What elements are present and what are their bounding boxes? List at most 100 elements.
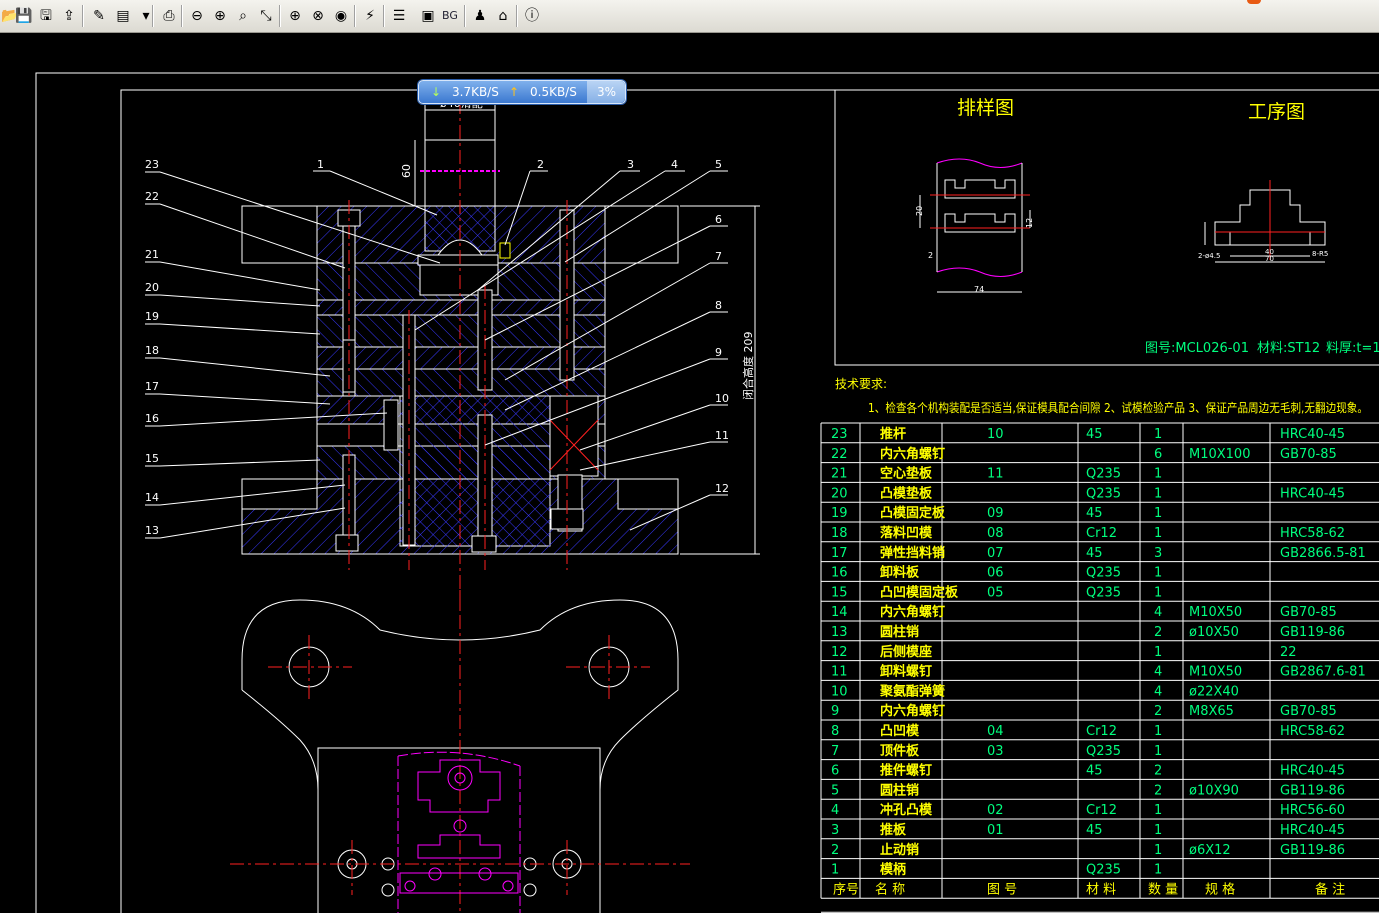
screen-icon[interactable]: ▣: [418, 6, 438, 26]
bom-header-cell: 名 称: [875, 881, 905, 897]
bom-cell-mat: Q235: [1086, 863, 1121, 878]
bom-cell-spec: M10X50: [1189, 665, 1242, 680]
outer-frame: [35, 72, 1379, 913]
bom-cell-no: 1: [831, 863, 839, 878]
bom-cell-name: 推板: [880, 822, 907, 838]
strip-dim-height: 12: [1025, 218, 1034, 228]
bom-cell-name: 顶件板: [880, 743, 920, 759]
bom-cell-no: 15: [831, 585, 848, 600]
bom-cell-mat: 45: [1086, 506, 1103, 521]
bom-cell-note: GB70-85: [1280, 704, 1337, 719]
layers-icon[interactable]: ▤: [113, 6, 133, 26]
bom-cell-dwg: 02: [987, 803, 1004, 818]
callout-20: 20: [145, 281, 159, 294]
notification-indicator: [1247, 0, 1261, 4]
bom-cell-qty: 1: [1154, 823, 1162, 838]
plan-centerlines: [230, 590, 690, 913]
bom-cell-name: 推杆: [880, 426, 906, 442]
export-icon[interactable]: ⇪: [59, 6, 79, 26]
strip-dim-width: 74: [974, 285, 984, 294]
network-speed-widget[interactable]: ↓ 3.7KB/S ↑ 0.5KB/S 3%: [418, 80, 626, 104]
bom-cell-name: 推件螺钉: [880, 763, 932, 779]
toolbar-separator: [383, 5, 385, 27]
callout-8: 8: [715, 299, 722, 312]
zoom-out-icon[interactable]: ⊖: [187, 6, 207, 26]
callout-3: 3: [627, 158, 634, 171]
zoom-in-icon[interactable]: ⊕: [210, 6, 230, 26]
process-dim-radius: 8-R5: [1312, 250, 1328, 258]
strip-dim-pitch: 20: [915, 206, 924, 216]
bom-cell-no: 23: [831, 427, 848, 442]
callout-14: 14: [145, 491, 159, 504]
bom-cell-note: HRC58-62: [1280, 526, 1345, 541]
info-icon[interactable]: ⓘ: [522, 6, 542, 26]
bom-cell-note: GB70-85: [1280, 447, 1337, 462]
bom-cell-dwg: 07: [987, 546, 1004, 561]
svg-text:料厚:t=1: 料厚:t=1: [1326, 341, 1379, 356]
bom-cell-dwg: 11: [987, 467, 1004, 482]
layer-list-icon[interactable]: ☰: [389, 6, 409, 26]
bg-icon[interactable]: BG: [440, 6, 460, 26]
strip-layout-title: 排样图: [957, 97, 1014, 119]
bom-cell-no: 3: [831, 823, 839, 838]
measure-icon[interactable]: ⚡: [360, 6, 380, 26]
bom-cell-qty: 1: [1154, 566, 1162, 581]
bom-cell-name: 止动销: [880, 842, 919, 858]
bom-cell-qty: 1: [1154, 506, 1162, 521]
bom-cell-qty: 1: [1154, 486, 1162, 501]
bom-cell-name: 圆柱销: [880, 624, 919, 640]
bom-cell-mat: 45: [1086, 764, 1103, 779]
bom-cell-qty: 2: [1154, 704, 1162, 719]
thickness: t=1: [1356, 341, 1379, 356]
bom-cell-qty: 1: [1154, 467, 1162, 482]
bom-cell-name: 凸模固定板: [880, 505, 946, 521]
bom-cell-name: 圆柱销: [880, 782, 919, 798]
home-icon[interactable]: ⌂: [493, 6, 513, 26]
callout-5: 5: [715, 158, 722, 171]
bom-cell-mat: Cr12: [1086, 803, 1117, 818]
bom-cell-note: GB2867.6-81: [1280, 665, 1366, 680]
dim-shank-length: 60: [400, 164, 413, 178]
bom-cell-dwg: 10: [987, 427, 1004, 442]
cad-canvas[interactable]: ø40滑配 60 闭合高度 209 2322212019181716151413…: [0, 33, 1379, 913]
bom-cell-qty: 1: [1154, 526, 1162, 541]
bom-cell-note: HRC40-45: [1280, 486, 1345, 501]
bom-cell-qty: 2: [1154, 625, 1162, 640]
print-icon[interactable]: ⎙: [159, 6, 179, 26]
bom-cell-note: 22: [1280, 645, 1297, 660]
zoom-pan-icon[interactable]: ⤡: [256, 6, 276, 26]
zoom-realtime-icon[interactable]: ⊗: [308, 6, 328, 26]
callout-9: 9: [715, 346, 722, 359]
bom-cell-qty: 1: [1154, 585, 1162, 600]
bom-cell-spec: ø10X90: [1189, 783, 1239, 798]
save-icon[interactable]: 💾: [14, 6, 34, 26]
main-toolbar: 📂 💾 🖫 ⇪ ✎ ▤ ▾ ⎙ ⊖ ⊕ ⌕ ⤡ ⊕ ⊗ ◉ ⚡ ☰ ▣ BG ♟ ⌂ ⓘ: [0, 0, 1379, 33]
bom-cell-spec: M8X65: [1189, 704, 1234, 719]
save-as-icon[interactable]: 🖫: [36, 6, 56, 26]
bom-table: 23 推杆 10 45 1 HRC40-4522 内六角螺钉 6 M10X100 GB70-852…: [820, 422, 1379, 913]
bom-cell-dwg: 08: [987, 526, 1004, 541]
bom-cell-name: 模柄: [880, 862, 906, 878]
pen-icon[interactable]: ✎: [89, 6, 109, 26]
bom-cell-qty: 2: [1154, 783, 1162, 798]
view-icon[interactable]: ◉: [331, 6, 351, 26]
zoom-extents-icon[interactable]: ⊕: [285, 6, 305, 26]
callout-10: 10: [715, 392, 729, 405]
bom-cell-no: 14: [831, 605, 848, 620]
bom-cell-dwg: 04: [987, 724, 1004, 739]
bom-header-cell: 规 格: [1205, 881, 1235, 897]
bom-cell-note: HRC40-45: [1280, 823, 1345, 838]
callout-13: 13: [145, 524, 159, 537]
bom-cell-spec: ø10X50: [1189, 625, 1239, 640]
bom-cell-no: 7: [831, 744, 839, 759]
bom-cell-mat: Q235: [1086, 744, 1121, 759]
callout-2: 2: [537, 158, 544, 171]
bom-cell-qty: 1: [1154, 744, 1162, 759]
user-icon[interactable]: ♟: [470, 6, 490, 26]
bom-cell-no: 19: [831, 506, 848, 521]
bom-cell-no: 8: [831, 724, 839, 739]
zoom-window-icon[interactable]: ⌕: [233, 6, 253, 26]
toolbar-separator: [516, 5, 518, 27]
bom-cell-note: GB119-86: [1280, 783, 1345, 798]
thickness-label: 料厚:: [1326, 341, 1356, 356]
